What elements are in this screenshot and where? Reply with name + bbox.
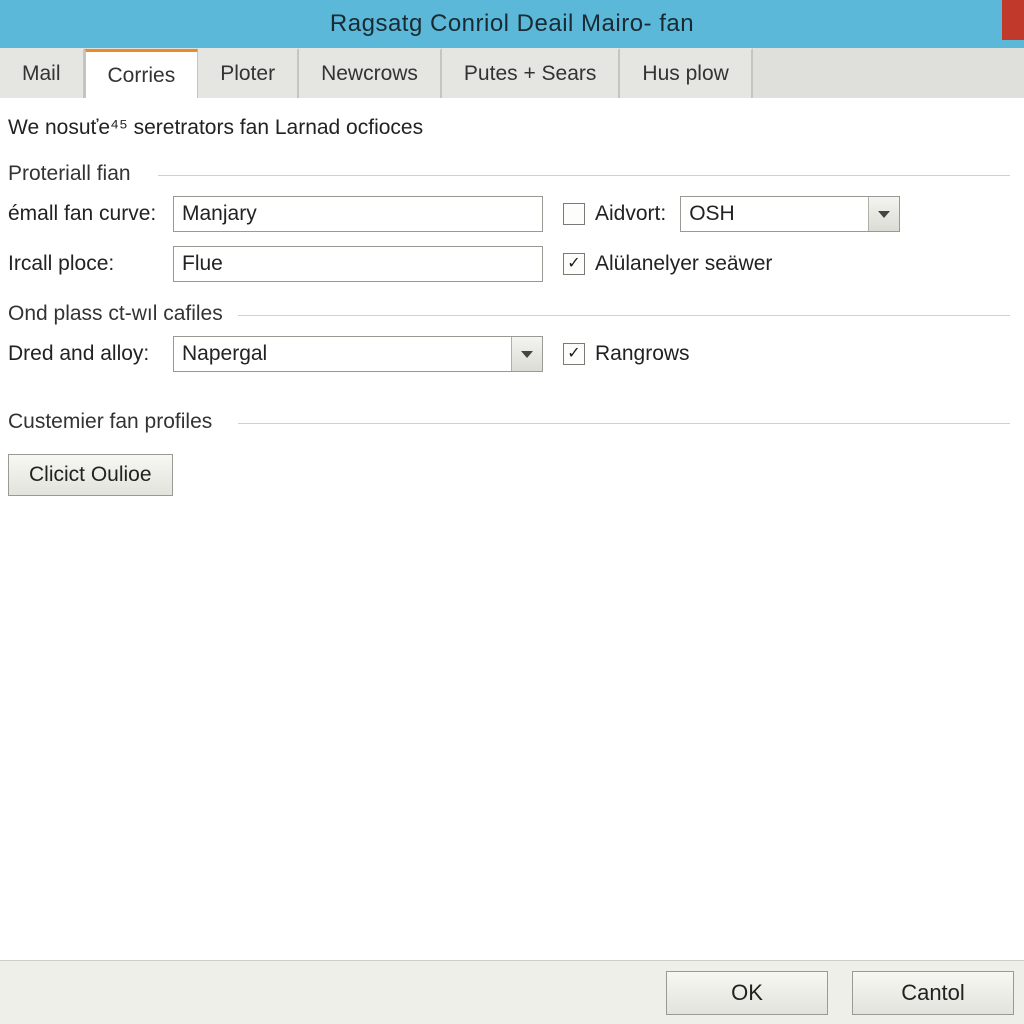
tab-label: Putes + Sears: [464, 62, 597, 86]
check-alilanelyer-wrap: ✓ Alülanelyer seäwer: [563, 252, 772, 276]
button-clicict-oulioe[interactable]: Clicict Oulioe: [8, 454, 173, 496]
tab-label: Mail: [22, 62, 61, 86]
window-title: Ragsatg Conriol Deail Mairo- fan: [330, 10, 694, 38]
tab-ploter[interactable]: Ploter: [198, 48, 299, 98]
tab-mail[interactable]: Mail: [0, 48, 85, 98]
section-profiles: Custemier fan profiles: [8, 410, 1016, 434]
combo-value: Napergal: [182, 342, 267, 366]
ok-button[interactable]: OK: [666, 971, 828, 1015]
tab-newcrows[interactable]: Newcrows: [299, 48, 442, 98]
close-icon[interactable]: [1002, 0, 1024, 40]
button-label: Clicict Oulioe: [29, 463, 152, 487]
button-label: Cantol: [901, 980, 965, 1006]
section-plass: Ond plass ct-wıl cafiles: [8, 302, 1016, 326]
chevron-down-icon[interactable]: [511, 337, 542, 371]
input-value: Flue: [182, 252, 223, 276]
combo-value: OSH: [689, 202, 735, 226]
row-ircall-ploce: Ircall ploce: Flue ✓ Alülanelyer seäwer: [8, 246, 1016, 282]
cancel-button[interactable]: Cantol: [852, 971, 1014, 1015]
check-label-alilanelyer: Alülanelyer seäwer: [595, 252, 772, 276]
label-dred-alloy: Dred and alloy:: [8, 342, 173, 366]
section-proteriall: Proteriall fian: [8, 162, 1016, 186]
checkbox-aidvort[interactable]: ✓: [563, 203, 585, 225]
row-fan-curve: émall fan curve: Manjary ✓ Aidvort: OSH: [8, 196, 1016, 232]
page-description: We nosuťe⁴⁵ seretrators fan Larnad ocfio…: [8, 116, 1016, 140]
tab-label: Ploter: [220, 62, 275, 86]
row-dred-alloy: Dred and alloy: Napergal ✓ Rangrows: [8, 336, 1016, 372]
tab-label: Corries: [108, 64, 176, 88]
tab-putes[interactable]: Putes + Sears: [442, 48, 621, 98]
input-value: Manjary: [182, 202, 257, 226]
combo-napergal[interactable]: Napergal: [173, 336, 543, 372]
button-label: OK: [731, 980, 763, 1006]
label-fan-curve: émall fan curve:: [8, 202, 173, 226]
tab-label: Hus plow: [642, 62, 728, 86]
check-rangrows-wrap: ✓ Rangrows: [563, 342, 690, 366]
check-aidvort-wrap: ✓ Aidvort:: [563, 202, 666, 226]
chevron-down-icon[interactable]: [868, 197, 899, 231]
tab-label: Newcrows: [321, 62, 418, 86]
check-label-aidvort: Aidvort:: [595, 202, 666, 226]
input-fan-curve[interactable]: Manjary: [173, 196, 543, 232]
input-ircall[interactable]: Flue: [173, 246, 543, 282]
checkbox-alilanelyer[interactable]: ✓: [563, 253, 585, 275]
check-label-rangrows: Rangrows: [595, 342, 690, 366]
dialog-footer: OK Cantol: [0, 960, 1024, 1024]
tab-husplow[interactable]: Hus plow: [620, 48, 752, 98]
checkbox-rangrows[interactable]: ✓: [563, 343, 585, 365]
tab-corries[interactable]: Corries: [85, 49, 199, 99]
window-body: Mail Corries Ploter Newcrows Putes + Sea…: [0, 48, 1024, 1024]
tab-strip: Mail Corries Ploter Newcrows Putes + Sea…: [0, 48, 1024, 99]
label-ircall: Ircall ploce:: [8, 252, 173, 276]
titlebar: Ragsatg Conriol Deail Mairo- fan: [0, 0, 1024, 48]
tab-content: We nosuťe⁴⁵ seretrators fan Larnad ocfio…: [0, 98, 1024, 1024]
combo-osh[interactable]: OSH: [680, 196, 900, 232]
